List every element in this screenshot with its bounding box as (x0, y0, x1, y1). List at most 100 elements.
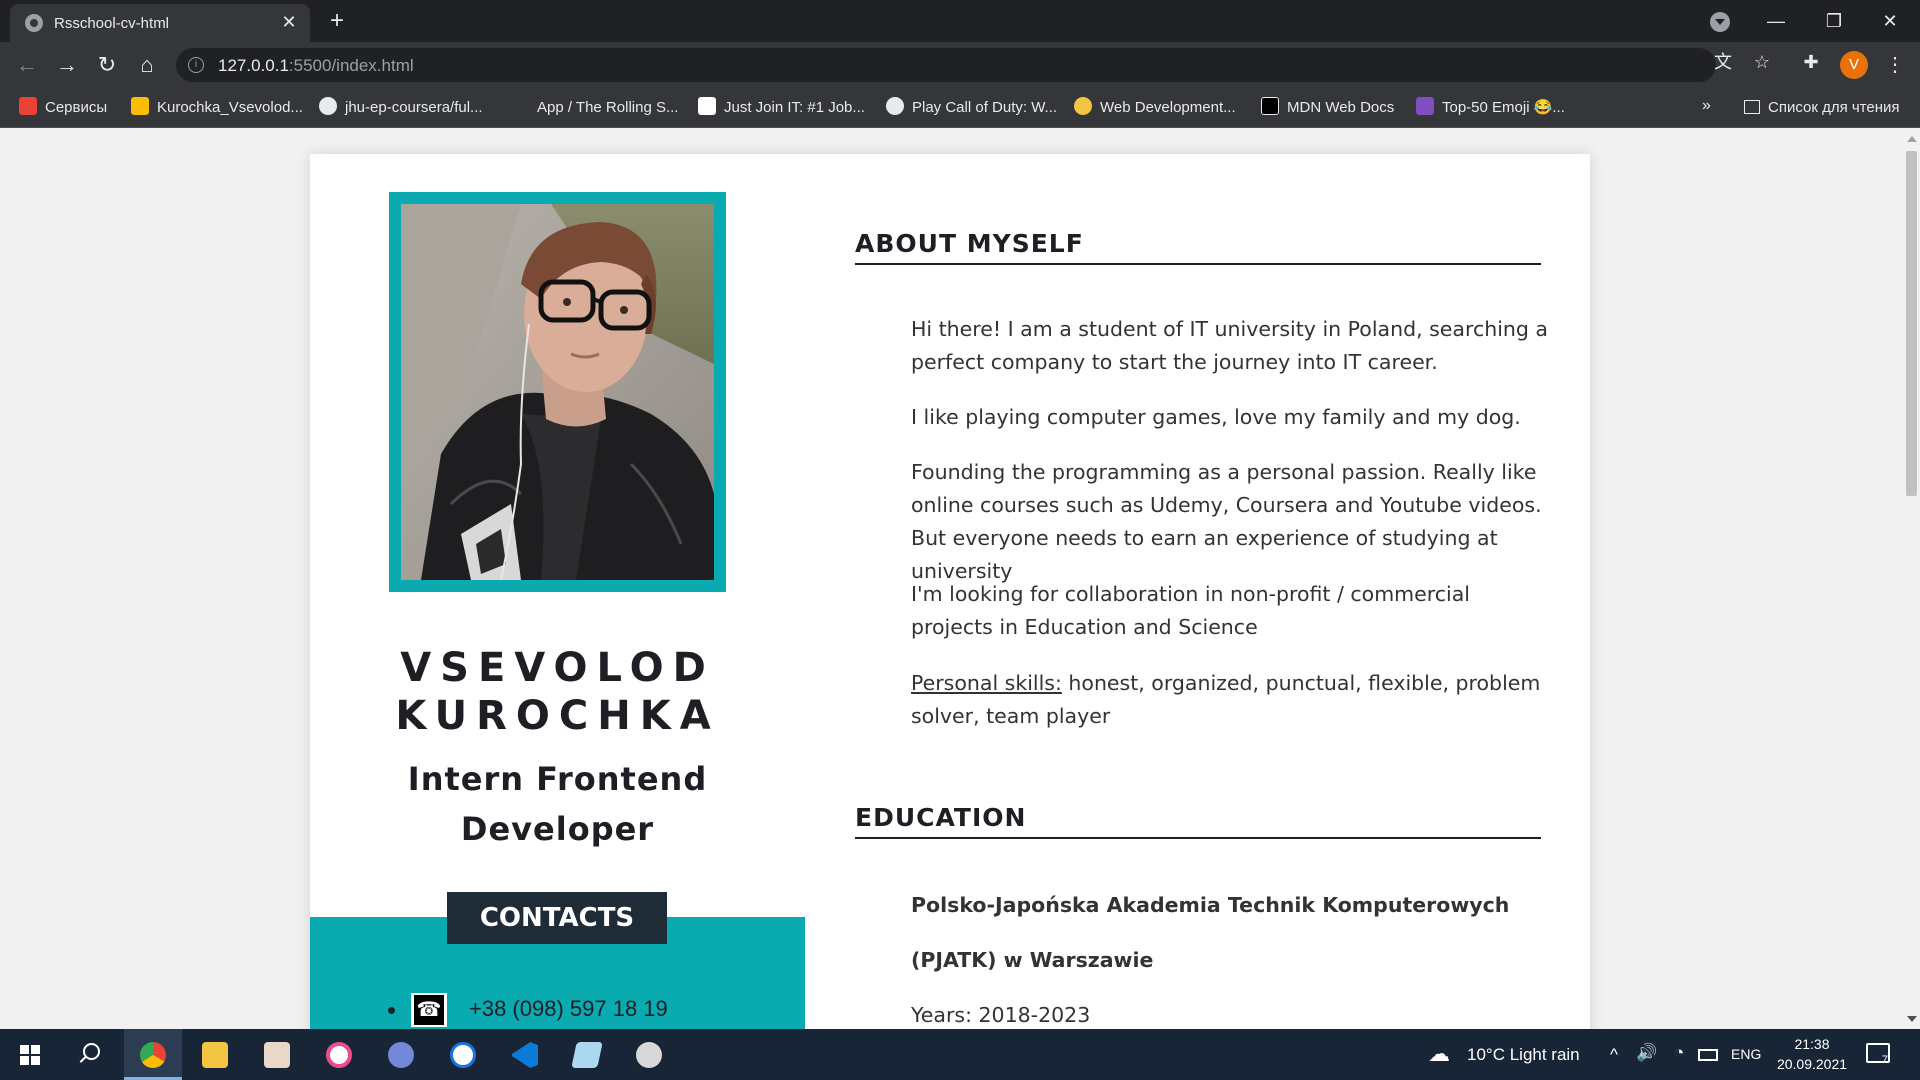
scroll-thumb[interactable] (1906, 151, 1917, 496)
bookmark-top-emoji[interactable]: Top-50 Emoji 😂... (1416, 97, 1565, 119)
bookmark-label: Play Call of Duty: W... (912, 99, 1058, 116)
notification-count: 7 (1881, 1054, 1888, 1066)
contact-phone[interactable]: +38 (098) 597 18 19 (388, 992, 668, 1028)
full-name: VSEVOLOD KUROCHKA (310, 644, 805, 740)
bookmark-rolling-scopes[interactable]: App / The Rolling S... (511, 97, 678, 119)
taskbar-file-explorer[interactable] (186, 1029, 244, 1080)
forward-button[interactable]: → (52, 50, 82, 80)
about-paragraph-4: I'm looking for collaboration in non-pro… (911, 582, 1470, 639)
bookmark-services[interactable]: Сервисы (19, 97, 107, 119)
google-drive-icon (131, 97, 149, 115)
minimize-button[interactable]: — (1756, 6, 1796, 36)
about-paragraph-1: Hi there! I am a student of IT universit… (911, 317, 1548, 374)
translate-icon[interactable]: 文 (1710, 49, 1736, 75)
udemy-icon (1074, 97, 1092, 115)
language-indicator[interactable]: ENG (1731, 1046, 1761, 1062)
close-tab-icon[interactable]: ✕ (278, 11, 300, 33)
apps-grid-icon (19, 97, 37, 115)
close-window-button[interactable]: ✕ (1870, 6, 1910, 36)
bookmarks-bar: Сервисы Kurochka_Vsevolod... jhu-ep-cour… (0, 88, 1920, 128)
windows-taskbar: ☁ 10°C Light rain ^ 🔊 ◔ ENG 21:38 20.09.… (0, 1029, 1920, 1080)
job-title-line2: Developer (460, 810, 655, 848)
back-button[interactable]: ← (12, 50, 42, 80)
bookmark-drive[interactable]: Kurochka_Vsevolod... (131, 97, 303, 119)
wifi-icon[interactable]: ◔ (1674, 1043, 1684, 1063)
taskbar-itunes[interactable] (310, 1029, 368, 1080)
weather-cloud-icon[interactable]: ☁ (1428, 1041, 1450, 1067)
bookmark-justjoinit[interactable]: Just Join IT: #1 Job... (698, 97, 865, 119)
ut-icon (1416, 97, 1434, 115)
paint-3d-icon (450, 1042, 476, 1068)
file-explorer-icon (202, 1042, 228, 1068)
taskbar-photos[interactable] (620, 1029, 678, 1080)
start-button[interactable] (0, 1029, 58, 1080)
phone-icon (411, 993, 447, 1028)
page-viewport: VSEVOLOD KUROCHKA Intern Frontend Develo… (0, 129, 1903, 1029)
bookmark-call-of-duty[interactable]: Play Call of Duty: W... (886, 97, 1057, 119)
clock-time: 21:38 (1794, 1036, 1830, 1052)
bookmark-label: Just Join IT: #1 Job... (724, 99, 865, 116)
education-heading: EDUCATION (855, 803, 1541, 839)
profile-avatar[interactable]: V (1840, 51, 1868, 79)
profile-photo-frame (389, 192, 726, 592)
url-path: :5500/index.html (288, 56, 414, 75)
contacts-heading: CONTACTS (447, 892, 667, 944)
site-info-icon[interactable]: i (188, 57, 204, 73)
about-paragraph-2: I like playing computer games, love my f… (911, 405, 1521, 429)
github-icon (319, 97, 337, 115)
tray-overflow-chevron-icon[interactable]: ^ (1610, 1045, 1618, 1065)
reload-button[interactable]: ↻ (92, 50, 122, 80)
taskbar-notepad[interactable] (558, 1029, 616, 1080)
bookmarks-overflow-button[interactable]: » (1702, 97, 1711, 115)
bookmark-label: jhu-ep-coursera/ful... (345, 99, 483, 116)
notepad-icon (571, 1042, 603, 1068)
bookmark-web-development[interactable]: Web Development... (1074, 97, 1236, 119)
windows-logo-icon (20, 1045, 40, 1065)
notification-center-icon[interactable]: 7 (1866, 1043, 1890, 1066)
browser-tab[interactable]: Rsschool-cv-html ✕ (10, 4, 310, 42)
taskbar-search-button[interactable] (60, 1029, 118, 1080)
bookmark-label: Web Development... (1100, 99, 1236, 116)
new-tab-button[interactable]: + (322, 6, 352, 36)
bookmark-github[interactable]: jhu-ep-coursera/ful... (319, 97, 483, 119)
taskbar-paint-3d[interactable] (434, 1029, 492, 1080)
bookmark-star-icon[interactable]: ☆ (1749, 49, 1775, 75)
tab-search-icon[interactable] (1710, 12, 1730, 32)
address-bar[interactable]: i 127.0.0.1:5500/index.html (176, 48, 1716, 82)
weather-text[interactable]: 10°C Light rain (1467, 1045, 1580, 1065)
tab-title: Rsschool-cv-html (54, 15, 170, 32)
browser-menu-icon[interactable]: ⋮ (1880, 50, 1910, 80)
education-school-name: Polsko-Japońska Akademia Technik Kompute… (911, 893, 1510, 917)
extensions-icon[interactable]: ✚ (1798, 49, 1824, 75)
scroll-down-arrow-icon[interactable] (1907, 1016, 1917, 1022)
page-scrollbar[interactable] (1903, 129, 1920, 1029)
bookmark-label: Top-50 Emoji 😂... (1442, 99, 1565, 116)
home-button[interactable]: ⌂ (132, 50, 162, 80)
url-text[interactable]: 127.0.0.1:5500/index.html (218, 56, 414, 76)
discord-icon (388, 1042, 414, 1068)
taskbar-mediaget[interactable] (248, 1029, 306, 1080)
scroll-up-arrow-icon[interactable] (1907, 136, 1917, 142)
justjoinit-icon (698, 97, 716, 115)
taskbar-vscode[interactable] (496, 1029, 554, 1080)
last-name: KUROCHKA (395, 693, 720, 739)
taskbar-discord[interactable] (372, 1029, 430, 1080)
chrome-icon (140, 1042, 166, 1068)
taskbar-chrome[interactable] (124, 1029, 182, 1080)
restore-button[interactable]: ❐ (1814, 6, 1854, 36)
system-clock[interactable]: 21:38 20.09.2021 (1772, 1034, 1852, 1074)
volume-icon[interactable]: 🔊 (1636, 1043, 1657, 1063)
profile-photo-image (401, 204, 714, 580)
rolling-scopes-icon (511, 97, 529, 115)
bookmark-mdn[interactable]: MDN Web Docs (1261, 97, 1394, 119)
globe-icon (886, 97, 904, 115)
phone-number[interactable]: +38 (098) 597 18 19 (469, 996, 668, 1021)
about-paragraph-3: Founding the programming as a personal p… (911, 460, 1542, 583)
reading-list-label: Список для чтения (1768, 99, 1900, 116)
reading-list-button[interactable]: Список для чтения (1744, 97, 1900, 119)
browser-toolbar: ← → ↻ ⌂ i 127.0.0.1:5500/index.html 文 ☆ … (0, 42, 1920, 88)
cv-page: VSEVOLOD KUROCHKA Intern Frontend Develo… (310, 154, 1590, 1029)
battery-icon[interactable] (1698, 1049, 1718, 1061)
first-name: VSEVOLOD (400, 645, 715, 691)
clock-date: 20.09.2021 (1776, 1056, 1848, 1072)
